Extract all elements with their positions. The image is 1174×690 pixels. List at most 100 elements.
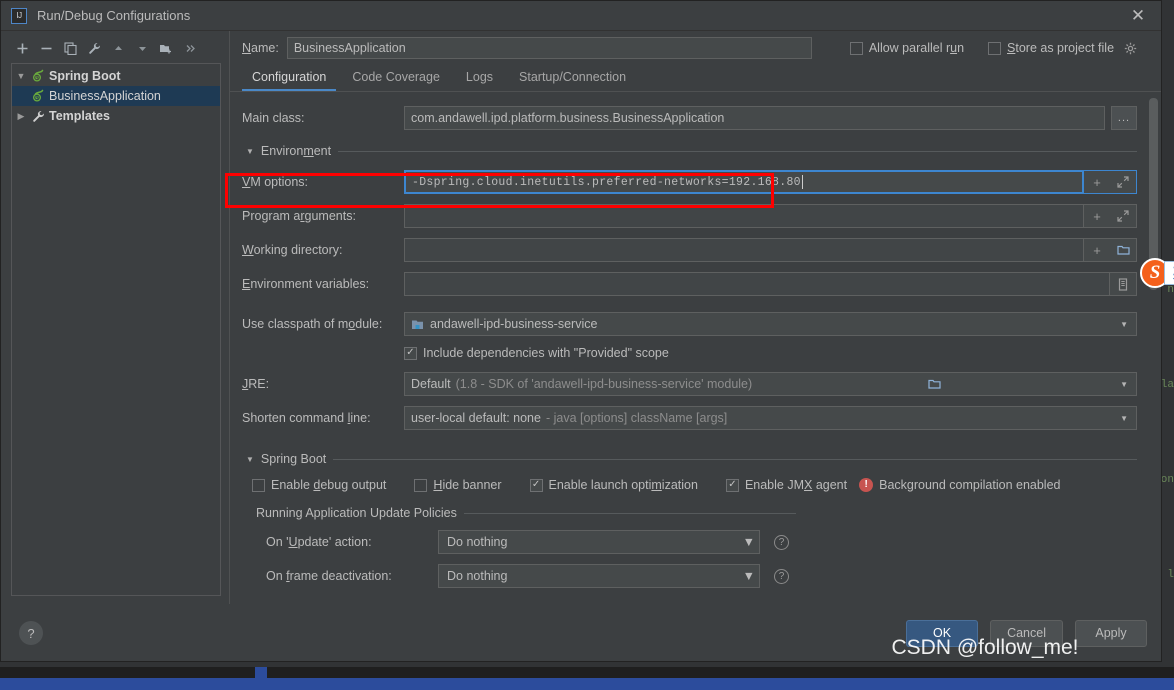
apply-button[interactable]: Apply [1075, 619, 1147, 647]
checkbox-box[interactable] [849, 41, 863, 55]
tab-code-coverage[interactable]: Code Coverage [342, 65, 450, 91]
move-up-icon[interactable] [107, 37, 129, 59]
chevron-down-icon[interactable]: ▼ [1116, 380, 1132, 389]
tab-configuration[interactable]: Configuration [242, 65, 337, 91]
checkbox-box[interactable] [988, 41, 1002, 55]
dialog-titlebar: IJ Run/Debug Configurations ✕ [1, 1, 1161, 31]
checkbox-box[interactable]: ✓ [529, 478, 543, 492]
error-icon: ! [859, 478, 874, 492]
shorten-command-line-label: Shorten command line: [242, 411, 371, 425]
tree-node-templates[interactable]: ▶ Templates [12, 106, 220, 126]
jre-dropdown[interactable]: Default (1.8 - SDK of 'andawell-ipd-busi… [404, 372, 1137, 396]
enable-jmx-agent-label: Enable JMX agent [744, 478, 848, 492]
add-configuration-button[interactable] [11, 37, 33, 59]
name-input[interactable] [286, 37, 812, 59]
main-class-label: Main class: [242, 111, 305, 125]
enable-debug-output-checkbox[interactable]: Enable debug output [252, 478, 386, 492]
gear-icon[interactable] [1124, 42, 1137, 55]
section-divider [338, 150, 1137, 152]
spring-boot-section-header[interactable]: ▼ Spring Boot [246, 452, 1137, 466]
enable-debug-output-label: Enable debug output [271, 478, 387, 492]
tree-node-business-application[interactable]: BusinessApplication [12, 86, 220, 106]
environment-variables-side-buttons [1110, 272, 1137, 296]
checkbox-box[interactable]: ✓ [725, 478, 739, 492]
new-folder-icon[interactable] [155, 37, 177, 59]
on-update-action-value: Do nothing [447, 535, 508, 549]
main-class-input[interactable]: com.andawell.ipd.platform.business.Busin… [404, 106, 1105, 130]
tree-node-label: Templates [49, 109, 110, 123]
checkbox-box[interactable] [414, 478, 428, 492]
chevron-down-icon[interactable]: ▼ [1116, 414, 1132, 423]
tree-node-label: Spring Boot [49, 69, 121, 83]
chevron-down-icon[interactable]: ▼ [246, 455, 254, 464]
main-class-browse-button[interactable]: ... [1111, 106, 1137, 130]
tab-startup-connection[interactable]: Startup/Connection [509, 65, 636, 91]
intellij-logo-icon: IJ [11, 7, 27, 24]
tab-logs[interactable]: Logs [456, 65, 503, 91]
working-directory-input[interactable] [404, 238, 1084, 262]
chevron-down-icon[interactable]: ▼ [743, 535, 755, 549]
close-icon[interactable]: ✕ [1121, 3, 1155, 29]
watermark-text: CSDN @follow_me! [891, 636, 1079, 659]
environment-variables-input[interactable] [404, 272, 1110, 296]
configurations-tree[interactable]: ▼ Spring Boot BusinessApplication ▶ Temp… [11, 63, 221, 596]
chevron-down-icon[interactable]: ▼ [246, 147, 254, 156]
store-as-project-file-checkbox[interactable]: Store as project file [988, 41, 1137, 55]
program-arguments-input[interactable] [404, 204, 1084, 228]
help-button[interactable]: ? [19, 621, 43, 645]
chevron-right-icon[interactable]: ▶ [12, 111, 30, 122]
tree-node-label: BusinessApplication [49, 89, 161, 103]
edit-templates-wrench-icon[interactable] [83, 37, 105, 59]
remove-configuration-button[interactable] [35, 37, 57, 59]
chevron-down-icon[interactable]: ▼ [743, 569, 755, 583]
use-classpath-of-module-dropdown[interactable]: andawell-ipd-business-service ▼ [404, 312, 1137, 336]
jre-value-detail: (1.8 - SDK of 'andawell-ipd-business-ser… [455, 377, 753, 391]
configurations-panel: ▼ Spring Boot BusinessApplication ▶ Temp… [1, 31, 229, 604]
sogou-ime-bar[interactable]: S 英 [1140, 258, 1174, 288]
environment-variables-label: Environment variables: [242, 277, 370, 291]
tree-node-spring-boot[interactable]: ▼ Spring Boot [12, 66, 220, 86]
move-down-icon[interactable] [131, 37, 153, 59]
on-frame-deactivation-dropdown[interactable]: Do nothing ▼ [438, 564, 760, 588]
vm-options-input[interactable]: -Dspring.cloud.inetutils.preferred-netwo… [404, 170, 1084, 194]
chevron-down-icon[interactable]: ▼ [12, 71, 30, 81]
working-directory-add-icon[interactable]: + [1084, 238, 1110, 262]
more-options-icon[interactable] [179, 37, 201, 59]
vm-options-side-buttons: + [1084, 170, 1137, 194]
taskbar [0, 667, 1174, 690]
on-update-action-help-icon[interactable]: ? [774, 534, 789, 550]
name-row: Name: Allow parallel run Store as projec… [230, 31, 1161, 65]
chevron-down-icon[interactable]: ▼ [1116, 320, 1132, 329]
shorten-command-line-row: Shorten command line: user-local default… [242, 406, 1137, 430]
sogou-input-mode[interactable]: 英 [1164, 261, 1174, 285]
wrench-icon [30, 110, 46, 123]
working-directory-browse-icon[interactable] [1110, 238, 1136, 262]
on-frame-deactivation-help-icon[interactable]: ? [774, 568, 789, 584]
allow-parallel-run-checkbox[interactable]: Allow parallel run [849, 41, 964, 55]
shorten-command-line-dropdown[interactable]: user-local default: none - java [options… [404, 406, 1137, 430]
environment-section-header[interactable]: ▼ Environment [246, 144, 1137, 158]
spring-boot-icon [30, 69, 46, 83]
jre-value: Default [411, 377, 451, 391]
vm-options-add-icon[interactable]: + [1084, 170, 1110, 194]
program-arguments-add-icon[interactable]: + [1084, 204, 1110, 228]
jre-label: JRE: [242, 377, 270, 391]
environment-variables-browse-icon[interactable] [1110, 272, 1136, 296]
on-update-action-label: On 'Update' action: [266, 535, 372, 549]
copy-configuration-icon[interactable] [59, 37, 81, 59]
program-arguments-expand-icon[interactable] [1110, 204, 1136, 228]
checkbox-box[interactable]: ✓ [404, 346, 417, 360]
text-caret [801, 175, 803, 189]
jre-browse-icon[interactable] [924, 378, 945, 390]
taskbar-button[interactable] [255, 667, 267, 690]
enable-jmx-agent-checkbox[interactable]: ✓ Enable JMX agent [725, 478, 848, 492]
run-debug-configurations-dialog: IJ Run/Debug Configurations ✕ ▼ Spring B… [0, 0, 1162, 662]
vm-options-expand-icon[interactable] [1110, 170, 1136, 194]
checkbox-box[interactable] [252, 478, 265, 492]
include-provided-checkbox[interactable]: ✓ Include dependencies with "Provided" s… [404, 346, 669, 360]
enable-launch-optimization-checkbox[interactable]: ✓ Enable launch optimization [529, 478, 698, 492]
hide-banner-checkbox[interactable]: Hide banner [414, 478, 502, 492]
use-classpath-of-module-row: Use classpath of module: andawell-ipd-bu… [242, 312, 1137, 336]
on-update-action-dropdown[interactable]: Do nothing ▼ [438, 530, 760, 554]
on-update-action-row: On 'Update' action: Do nothing ▼ ? [266, 530, 1137, 554]
